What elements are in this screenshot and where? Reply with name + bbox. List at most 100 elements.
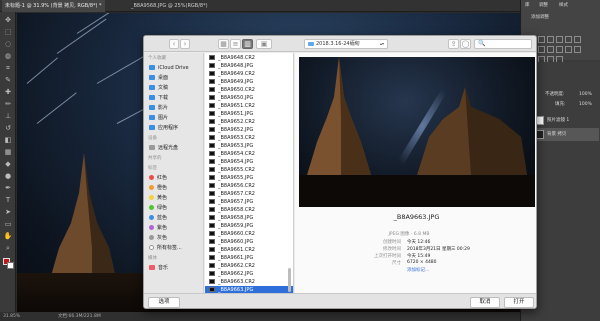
hand-tool-icon[interactable]: ✋ [3,232,13,241]
file-row[interactable]: _B8A9660.JPG [205,238,293,246]
share-button[interactable]: ⇪ [448,39,459,49]
tag-button[interactable]: ◯ [460,39,471,49]
marquee-tool-icon[interactable]: ⬚ [3,28,13,37]
file-row[interactable]: _B8A9654.JPG [205,158,293,166]
dimensions-value: 6720 × 4480 [407,260,437,265]
file-row[interactable]: _B8A9649.CR2 [205,70,293,78]
type-tool-icon[interactable]: T [3,196,13,205]
folder-path-select[interactable]: 2018.3.16-24缅甸 ▴▾ [304,39,388,49]
list-view-button[interactable]: ≡ [230,39,241,49]
file-row[interactable]: _B8A9656.CR2 [205,182,293,190]
panel-tab-styles[interactable]: 样式 [559,1,568,10]
brush-tool-icon[interactable]: ✏ [3,100,13,109]
file-row[interactable]: _B8A9648.JPG [205,62,293,70]
move-tool-icon[interactable]: ✥ [3,16,13,25]
cancel-button[interactable]: 取消 [470,297,500,308]
history-brush-tool-icon[interactable]: ↺ [3,124,13,133]
dodge-tool-icon[interactable]: ● [3,172,13,181]
sidebar-tag-item[interactable]: 黄色 [149,193,203,203]
search-input[interactable]: 🔍 [474,39,532,49]
file-row[interactable]: _B8A9650.CR2 [205,86,293,94]
file-row[interactable]: _B8A9660.CR2 [205,230,293,238]
file-row[interactable]: _B8A9652.JPG [205,126,293,134]
sidebar-tag-item[interactable]: 灰色 [149,233,203,243]
sidebar-tag-item[interactable]: 橙色 [149,183,203,193]
gradient-tool-icon[interactable]: ▦ [3,148,13,157]
sidebar-item[interactable]: 图片 [149,113,203,123]
panel-tab-adjustments[interactable]: 调整 [539,1,548,10]
fill-value[interactable]: 100% [579,100,592,109]
file-row[interactable]: _B8A9649.JPG [205,78,293,86]
file-row[interactable]: _B8A9662.JPG [205,270,293,278]
path-select-tool-icon[interactable]: ➤ [3,208,13,217]
file-row[interactable]: _B8A9659.JPG [205,222,293,230]
file-row[interactable]: _B8A9658.JPG [205,214,293,222]
adjustment-icons-row[interactable] [529,28,593,43]
quick-select-tool-icon[interactable]: ◍ [3,52,13,61]
blur-tool-icon[interactable]: ◆ [3,160,13,169]
sidebar-item[interactable]: 下载 [149,93,203,103]
column-view-button[interactable]: ▥ [242,39,253,49]
forward-button[interactable]: › [180,39,190,49]
sidebar-tag-item[interactable]: 所有标签... [149,243,203,253]
file-row[interactable]: _B8A9661.CR2 [205,246,293,254]
adjustment-icons-row[interactable] [529,48,593,63]
file-row[interactable]: _B8A9654.CR2 [205,150,293,158]
file-row[interactable]: _B8A9658.CR2 [205,206,293,214]
image-file-icon [209,255,215,260]
sidebar-item[interactable]: 影片 [149,103,203,113]
open-button[interactable]: 打开 [504,297,534,308]
sidebar-item[interactable]: 远程光盘 [149,143,203,153]
document-tab[interactable]: _B8A9568.JPG @ 25%(RGB/8*) [128,0,211,12]
file-row[interactable]: _B8A9648.CR2 [205,54,293,62]
background-color-swatch[interactable] [7,262,14,269]
lasso-tool-icon[interactable]: ◌ [3,40,13,49]
file-row[interactable]: _B8A9663.CR2 [205,278,293,286]
document-tab-active[interactable]: 未标题-1 @ 31.9% (背景 拷贝, RGB/8*) * [2,0,105,12]
eyedropper-tool-icon[interactable]: ✎ [3,76,13,85]
star-trail [56,18,107,54]
sidebar-item[interactable]: iCloud Drive [149,63,203,73]
file-row[interactable]: _B8A9657.CR2 [205,190,293,198]
sidebar-item-label: 文稿 [158,85,169,91]
pen-tool-icon[interactable]: ✒ [3,184,13,193]
adjustment-icons-row[interactable] [529,38,593,53]
icon-view-button[interactable]: ▦ [218,39,229,49]
file-row[interactable]: _B8A9653.JPG [205,142,293,150]
file-row-selected[interactable]: _B8A9663.JPG [205,286,293,293]
add-tags-link[interactable]: 添加标记... [407,267,429,273]
file-name: _B8A9659.JPG [218,223,254,229]
file-row[interactable]: _B8A9651.CR2 [205,102,293,110]
crop-tool-icon[interactable]: ⌗ [3,64,13,73]
sidebar-tag-item[interactable]: 蓝色 [149,213,203,223]
file-row[interactable]: _B8A9652.CR2 [205,118,293,126]
file-name: _B8A9658.JPG [218,215,254,221]
file-row[interactable]: _B8A9653.CR2 [205,134,293,142]
gallery-view-button[interactable]: ▣ [256,39,272,49]
options-button[interactable]: 选项 [148,297,180,308]
file-row[interactable]: _B8A9662.CR2 [205,262,293,270]
zoom-readout[interactable]: 31.85% [3,312,20,321]
sidebar-tag-item[interactable]: 紫色 [149,223,203,233]
file-row[interactable]: _B8A9650.JPG [205,94,293,102]
file-row[interactable]: _B8A9661.JPG [205,254,293,262]
sidebar-item[interactable]: 应用程序 [149,123,203,133]
sidebar-item[interactable]: 音乐 [149,263,203,273]
back-button[interactable]: ‹ [169,39,179,49]
healing-brush-tool-icon[interactable]: ✚ [3,88,13,97]
file-row[interactable]: _B8A9655.JPG [205,174,293,182]
sidebar-item[interactable]: 文稿 [149,83,203,93]
opacity-value[interactable]: 100% [579,90,592,99]
file-row[interactable]: _B8A9651.JPG [205,110,293,118]
sidebar-tag-item[interactable]: 红色 [149,173,203,183]
file-row[interactable]: _B8A9657.JPG [205,198,293,206]
rectangle-tool-icon[interactable]: ▭ [3,220,13,229]
file-row[interactable]: _B8A9655.CR2 [205,166,293,174]
eraser-tool-icon[interactable]: ◧ [3,136,13,145]
panel-tab-library[interactable]: 库 [525,1,530,10]
scrollbar[interactable] [288,268,291,292]
sidebar-item[interactable]: 桌面 [149,73,203,83]
clone-stamp-tool-icon[interactable]: ⊥ [3,112,13,121]
sidebar-tag-item[interactable]: 绿色 [149,203,203,213]
zoom-tool-icon[interactable]: ⌕ [3,244,13,253]
